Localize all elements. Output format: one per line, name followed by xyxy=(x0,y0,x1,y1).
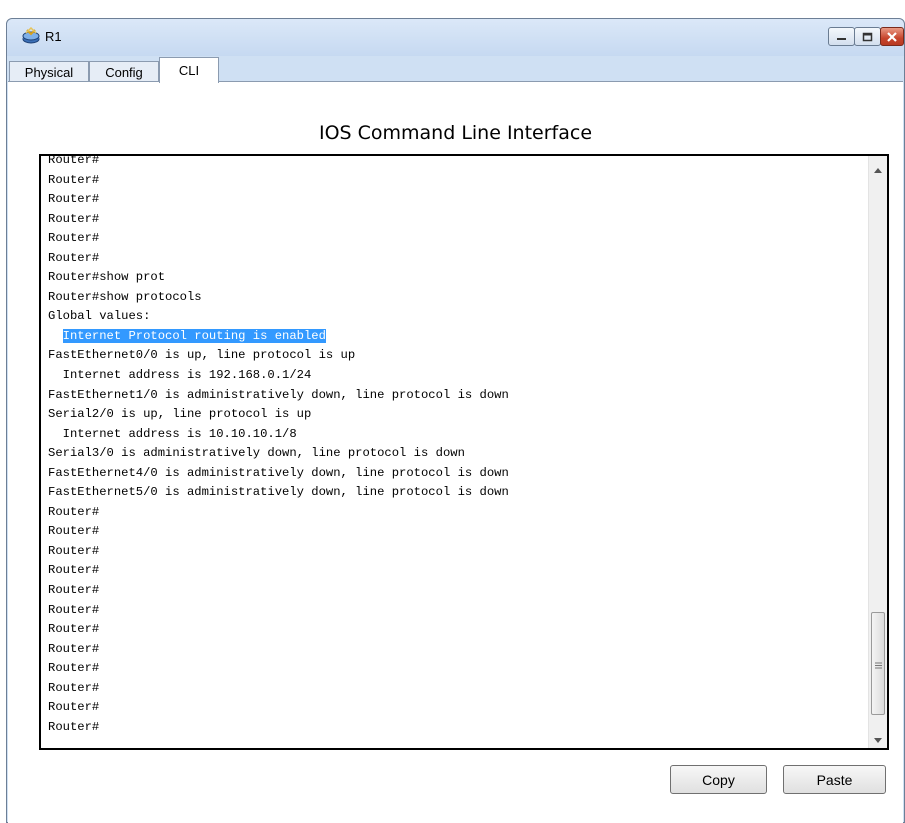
terminal-line: Router# xyxy=(48,622,100,637)
scroll-thumb[interactable] xyxy=(871,612,885,715)
terminal-line: Router# xyxy=(48,583,100,598)
terminal-line: Router# xyxy=(48,680,100,695)
maximize-button[interactable] xyxy=(854,27,881,46)
scroll-down-button[interactable] xyxy=(869,728,887,746)
terminal-line: Router# xyxy=(48,641,100,656)
tab-physical[interactable]: Physical xyxy=(9,61,89,82)
terminal-line: Router# xyxy=(48,172,100,187)
terminal-line: Serial2/0 is up, line protocol is up xyxy=(48,407,312,422)
terminal-output[interactable]: Router# Router# Router# Router# Router# Route… xyxy=(48,154,858,737)
copy-button[interactable]: Copy xyxy=(670,765,767,794)
router-config-window: R1 Physical Config CLI IOS Command Line … xyxy=(6,18,905,823)
title-bar[interactable]: R1 xyxy=(7,19,904,56)
scroll-down-arrow-icon xyxy=(874,728,882,747)
terminal-line: Router# xyxy=(48,719,100,734)
selected-text: Internet Protocol routing is enabled xyxy=(62,328,326,343)
terminal-line: Global values: xyxy=(48,309,151,324)
terminal-line: FastEthernet1/0 is administratively down… xyxy=(48,387,509,402)
cli-terminal[interactable]: Router# Router# Router# Router# Router# Route… xyxy=(39,154,889,750)
tab-bar: Physical Config CLI xyxy=(7,56,904,83)
window-title: R1 xyxy=(45,29,62,44)
close-icon xyxy=(886,31,898,42)
terminal-line: Router# xyxy=(48,154,100,167)
terminal-line: Router#show protocols xyxy=(48,289,202,304)
terminal-line: FastEthernet5/0 is administratively down… xyxy=(48,485,509,500)
terminal-line: FastEthernet0/0 is up, line protocol is … xyxy=(48,348,356,363)
terminal-line: Router# xyxy=(48,563,100,578)
maximize-icon xyxy=(862,32,874,42)
terminal-line: Router# xyxy=(48,231,100,246)
minimize-icon xyxy=(836,32,848,42)
router-icon xyxy=(21,26,41,45)
terminal-line: Router# xyxy=(48,504,100,519)
terminal-line: Router# xyxy=(48,192,100,207)
terminal-scrollbar[interactable] xyxy=(868,156,887,748)
terminal-line: Router# xyxy=(48,524,100,539)
cli-panel: IOS Command Line Interface Router# Router… xyxy=(8,81,903,823)
terminal-line: Router#show prot xyxy=(48,270,166,285)
terminal-line: FastEthernet4/0 is administratively down… xyxy=(48,465,509,480)
terminal-line: Internet address is 192.168.0.1/24 xyxy=(48,368,312,383)
terminal-line: Router# xyxy=(48,211,100,226)
cli-heading: IOS Command Line Interface xyxy=(318,122,593,144)
scroll-up-arrow-icon xyxy=(874,158,882,177)
terminal-line: Router# xyxy=(48,602,100,617)
terminal-line: Serial3/0 is administratively down, line… xyxy=(48,446,465,461)
terminal-line: Router# xyxy=(48,700,100,715)
tab-config[interactable]: Config xyxy=(89,61,159,82)
grip-icon xyxy=(874,654,882,673)
terminal-line: Router# xyxy=(48,543,100,558)
terminal-line: Internet Protocol routing is enabled xyxy=(48,327,858,347)
paste-button[interactable]: Paste xyxy=(783,765,886,794)
scroll-up-button[interactable] xyxy=(869,158,887,176)
terminal-line: Router# xyxy=(48,250,100,265)
terminal-line: Router# xyxy=(48,661,100,676)
close-button[interactable] xyxy=(880,27,904,46)
tab-cli[interactable]: CLI xyxy=(159,57,219,83)
terminal-line: Internet address is 10.10.10.1/8 xyxy=(48,426,297,441)
minimize-button[interactable] xyxy=(828,27,855,46)
